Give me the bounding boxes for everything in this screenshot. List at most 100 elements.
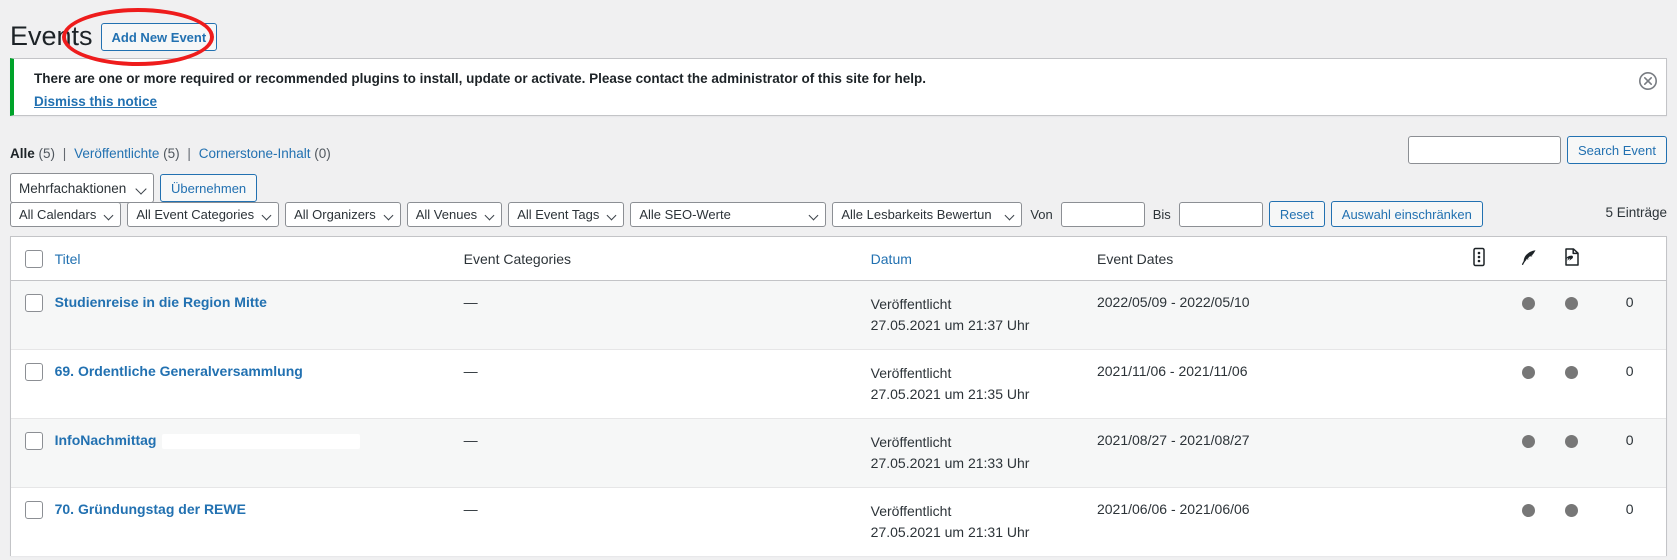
row-seo-score-cell <box>1508 349 1550 419</box>
row-date-cell: Veröffentlicht 27.05.2021 um 21:33 Uhr <box>870 418 1097 488</box>
row-categories-cell: — <box>463 487 871 556</box>
notice-message: There are one or more required or recomm… <box>34 71 926 86</box>
table-row[interactable]: InfoNachmittag — Veröffentlicht 27.05.20… <box>11 418 1666 488</box>
row-date-cell: Veröffentlicht 27.05.2021 um 21:37 Uhr <box>870 280 1097 350</box>
view-link-published[interactable]: Veröffentlichte <box>74 146 159 161</box>
bulk-actions-row: Mehrfachaktionen Übernehmen <box>10 173 258 203</box>
event-title-link[interactable]: Studienreise in die Region Mitte <box>55 294 267 310</box>
filter-event-categories[interactable]: All Event Categories <box>127 201 280 227</box>
table-body: Studienreise in die Region Mitte — Veröf… <box>11 280 1666 556</box>
seo-score-dot <box>1522 365 1536 379</box>
row-status-date: 27.05.2021 um 21:31 Uhr <box>870 524 1030 540</box>
seo-score-dot <box>1522 296 1536 310</box>
filters-row: All Calendars All Event Categories All O… <box>10 201 1483 227</box>
wp-admin-events-screen: Events Add New Event There are one or mo… <box>0 0 1677 560</box>
row-date-cell: Veröffentlicht 27.05.2021 um 21:31 Uhr <box>870 487 1097 556</box>
readability-score-dot <box>1564 296 1578 310</box>
select-all-checkbox[interactable] <box>25 249 43 268</box>
row-seo-score-cell <box>1508 487 1550 556</box>
search-event-button[interactable]: Search Event <box>1566 136 1667 164</box>
narrow-selection-button[interactable]: Auswahl einschränken <box>1330 201 1483 227</box>
column-header-event-dates: Event Dates <box>1096 237 1450 281</box>
row-status-date: 27.05.2021 um 21:35 Uhr <box>870 386 1030 402</box>
row-status-date: 27.05.2021 um 21:37 Uhr <box>870 317 1030 333</box>
event-title-link[interactable]: InfoNachmittag <box>55 432 157 448</box>
add-new-event-button[interactable]: Add New Event <box>100 23 218 51</box>
entries-count-label: 5 Einträge <box>1605 205 1667 220</box>
row-title-cell: 69. Ordentliche Generalversammlung <box>54 349 464 419</box>
column-header-readability-score <box>1549 237 1594 281</box>
row-select-cell <box>11 349 55 419</box>
filter-from-input[interactable] <box>1060 201 1145 227</box>
seo-feather-icon[interactable] <box>1520 248 1538 269</box>
filter-readability[interactable]: Alle Lesbarkeits Bewertun <box>832 201 1023 227</box>
table-row[interactable]: 70. Gründungstag der REWE — Veröffentlic… <box>11 487 1666 556</box>
bulk-action-select-wrap[interactable]: Mehrfachaktionen <box>10 173 154 203</box>
event-title-link[interactable]: 70. Gründungstag der REWE <box>55 501 246 517</box>
row-checkbox[interactable] <box>25 501 43 520</box>
view-count-cornerstone: (0) <box>314 146 331 161</box>
row-readability-score-cell <box>1549 280 1594 350</box>
sort-by-title-link[interactable]: Titel <box>55 251 81 267</box>
column-header-date: Datum <box>870 237 1097 281</box>
seo-score-dot <box>1522 503 1536 517</box>
row-event-dates-cell: 2021/08/27 - 2021/08/27 <box>1096 418 1450 488</box>
table-header: Titel Event Categories Datum Event Dates <box>11 237 1666 281</box>
row-status: Veröffentlicht <box>870 434 952 450</box>
table-row[interactable]: 69. Ordentliche Generalversammlung — Ver… <box>11 349 1666 419</box>
row-seo-score-cell <box>1508 280 1550 350</box>
dismiss-notice-link[interactable]: Dismiss this notice <box>34 94 157 109</box>
sort-by-date-link[interactable]: Datum <box>871 251 912 267</box>
table-header-row: Titel Event Categories Datum Event Dates <box>11 237 1666 281</box>
row-event-dates-cell: 2021/06/06 - 2021/06/06 <box>1096 487 1450 556</box>
row-event-dates-cell: 2021/11/06 - 2021/11/06 <box>1096 349 1450 419</box>
reset-filters-button[interactable]: Reset <box>1268 201 1325 227</box>
view-count-all: (5) <box>38 146 56 161</box>
redaction-bar <box>162 433 361 449</box>
table-row[interactable]: Studienreise in die Region Mitte — Veröf… <box>11 280 1666 350</box>
row-status: Veröffentlicht <box>870 296 952 312</box>
row-title-cell: 70. Gründungstag der REWE <box>54 487 464 556</box>
events-table: Titel Event Categories Datum Event Dates <box>11 237 1666 556</box>
filter-from-label: Von <box>1030 206 1053 222</box>
row-status: Veröffentlicht <box>870 503 952 519</box>
row-date-cell: Veröffentlicht 27.05.2021 um 21:35 Uhr <box>870 349 1097 419</box>
filter-organizers[interactable]: All Organizers <box>285 201 401 227</box>
search-input[interactable] <box>1407 136 1561 164</box>
filter-to-input[interactable] <box>1178 201 1263 227</box>
view-link-all[interactable]: Alle <box>10 146 35 161</box>
column-header-seo-score <box>1508 237 1550 281</box>
view-link-cornerstone[interactable]: Cornerstone-Inhalt <box>199 146 311 161</box>
row-select-cell <box>11 418 55 488</box>
row-title-cell: InfoNachmittag <box>54 418 464 488</box>
filter-calendars[interactable]: All Calendars <box>10 201 122 227</box>
page-title: Events <box>10 21 93 52</box>
row-categories-cell: — <box>463 418 871 488</box>
select-all-header <box>11 237 55 281</box>
event-title-link[interactable]: 69. Ordentliche Generalversammlung <box>55 363 303 379</box>
readability-page-icon[interactable] <box>1562 247 1581 270</box>
view-count-published: (5) <box>163 146 180 161</box>
search-box: Search Event <box>1407 136 1667 164</box>
bulk-action-select[interactable]: Mehrfachaktionen <box>10 173 154 203</box>
close-icon[interactable] <box>1638 71 1658 91</box>
row-categories-cell: — <box>463 280 871 350</box>
row-select-cell <box>11 280 55 350</box>
filter-event-tags[interactable]: All Event Tags <box>508 201 625 227</box>
view-separator-1: | <box>62 146 67 161</box>
readability-score-dot <box>1564 365 1578 379</box>
row-checkbox[interactable] <box>25 294 43 313</box>
filter-venues[interactable]: All Venues <box>406 201 503 227</box>
row-readability-score-cell <box>1549 487 1594 556</box>
row-blank-cell <box>1449 418 1509 488</box>
filter-seo-values[interactable]: Alle SEO-Werte <box>630 201 827 227</box>
row-checkbox[interactable] <box>25 363 43 382</box>
seo-score-dot <box>1522 434 1536 448</box>
page-header: Events Add New Event <box>0 0 218 56</box>
row-checkbox[interactable] <box>25 432 43 451</box>
column-header-event-categories: Event Categories <box>463 237 871 281</box>
apply-bulk-action-button[interactable]: Übernehmen <box>160 174 258 202</box>
column-options-icon[interactable] <box>1471 247 1487 270</box>
events-table-container: Titel Event Categories Datum Event Dates <box>10 236 1667 556</box>
row-blank-cell <box>1449 487 1509 556</box>
